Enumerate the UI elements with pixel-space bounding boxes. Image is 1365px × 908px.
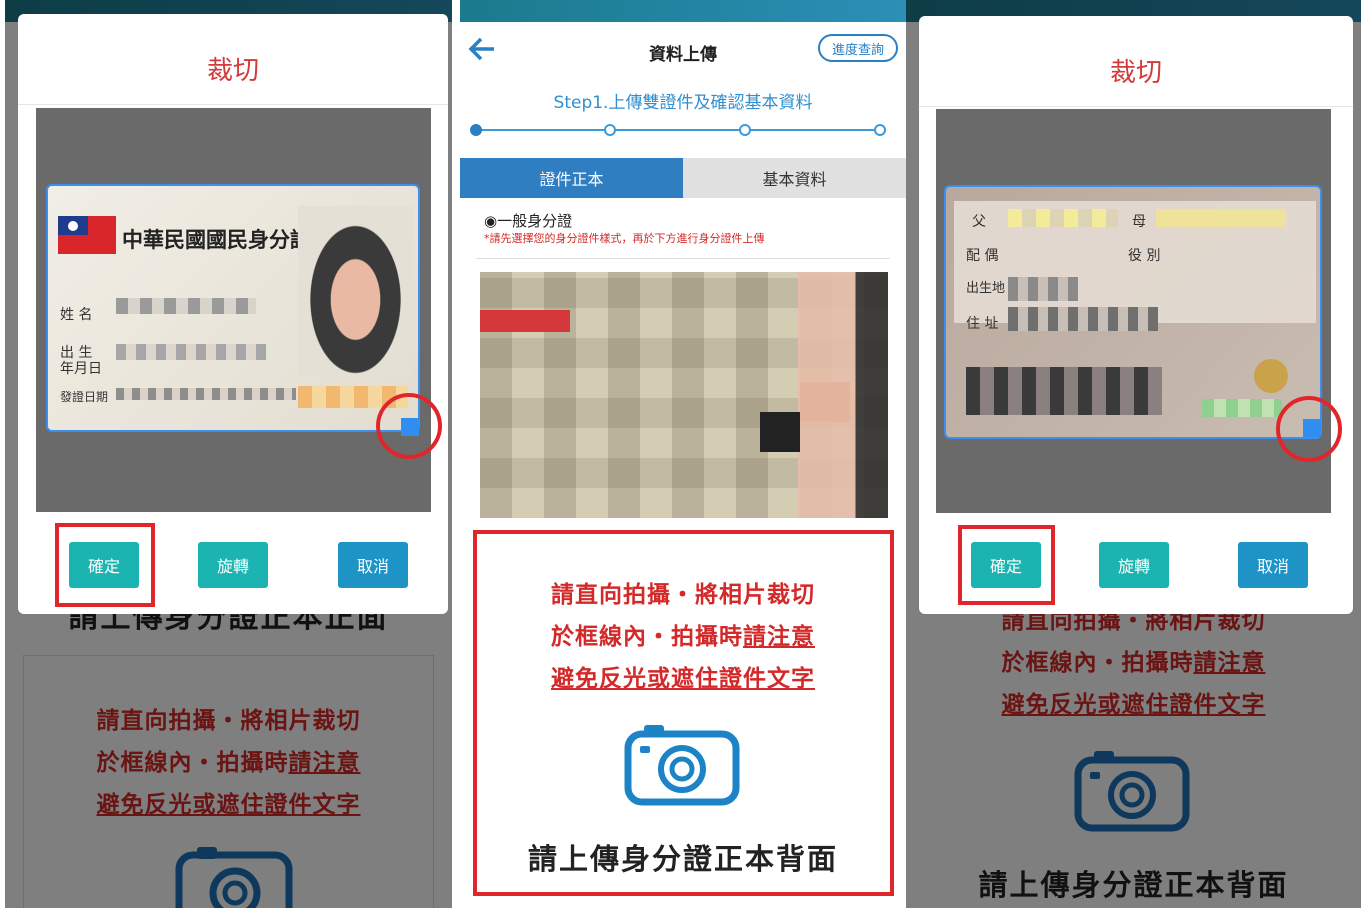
rotate-button[interactable]: 旋轉 bbox=[1099, 542, 1169, 588]
redacted-barcode bbox=[966, 367, 1162, 415]
left-crop-modal: 裁切 中華民國國民身分證 姓 名 出 生 年月日 發證日期 確定 旋轉 取消 bbox=[18, 14, 448, 614]
step-dot-2 bbox=[604, 124, 616, 136]
handle-highlight-circle bbox=[376, 393, 442, 459]
left-crop-area[interactable]: 中華民國國民身分證 姓 名 出 生 年月日 發證日期 bbox=[36, 108, 431, 512]
card-military-label: 役 別 bbox=[1128, 248, 1161, 264]
right-crop-modal: 裁切 父 母 配 偶 役 別 出生地 住 址 確定 旋轉 取消 bbox=[919, 16, 1353, 614]
center-header: 資料上傳 進度查詢 bbox=[460, 22, 906, 77]
id-card-back: 父 母 配 偶 役 別 出生地 住 址 bbox=[944, 185, 1322, 439]
left-crop-screen: 請上傳身分證正本正面 請直向拍攝・將相片裁切 於框線內・拍攝時請注意 避免反光或… bbox=[5, 0, 452, 908]
redacted-serial bbox=[1202, 399, 1282, 417]
cancel-button[interactable]: 取消 bbox=[338, 542, 408, 588]
document-tabs: 證件正本 基本資料 bbox=[460, 158, 906, 198]
step-title: Step1.上傳雙證件及確認基本資料 bbox=[553, 93, 813, 113]
center-upload-screen: 資料上傳 進度查詢 Step1.上傳雙證件及確認基本資料 證件正本 基本資料 ◉… bbox=[460, 0, 906, 908]
redacted-father bbox=[1008, 209, 1118, 227]
card-header: 中華民國國民身分證 bbox=[122, 227, 311, 252]
redacted-address bbox=[1008, 307, 1158, 331]
right-crop-area[interactable]: 父 母 配 偶 役 別 出生地 住 址 bbox=[936, 109, 1331, 513]
center-upload-label: 請上傳身分證正本背面 bbox=[527, 842, 838, 876]
confirm-highlight-box bbox=[958, 525, 1055, 605]
progress-query-button[interactable]: 進度查詢 bbox=[818, 34, 898, 62]
cancel-button[interactable]: 取消 bbox=[1238, 542, 1308, 588]
tab-basic-info[interactable]: 基本資料 bbox=[683, 158, 906, 198]
card-birth-label-2: 年月日 bbox=[60, 361, 102, 377]
step-dot-3 bbox=[739, 124, 751, 136]
left-modal-divider bbox=[18, 104, 448, 105]
redacted-name bbox=[116, 298, 256, 314]
step-dot-1 bbox=[470, 124, 482, 136]
confirm-highlight-box bbox=[55, 523, 155, 607]
card-issue-label: 發證日期 bbox=[60, 390, 109, 404]
center-warning-line2: 於框線內・拍攝時請注意 bbox=[551, 624, 815, 650]
card-mother-label: 母 bbox=[1132, 214, 1146, 230]
id-type-radio[interactable]: ◉一般身分證 bbox=[484, 210, 572, 231]
center-top-bar bbox=[460, 0, 906, 22]
right-modal-divider bbox=[919, 106, 1353, 107]
emblem-icon bbox=[1254, 359, 1288, 393]
flag-icon bbox=[58, 216, 116, 254]
right-crop-screen: 請直向拍攝・將相片裁切 於框線內・拍攝時請注意 避免反光或遮住證件文字 請上傳身… bbox=[906, 0, 1361, 908]
center-warning-line1: 請直向拍攝・將相片裁切 bbox=[551, 582, 815, 608]
left-modal-title: 裁切 bbox=[206, 56, 259, 86]
right-modal-title: 裁切 bbox=[1109, 58, 1162, 88]
redacted-issue bbox=[116, 388, 296, 400]
rotate-button[interactable]: 旋轉 bbox=[198, 542, 268, 588]
id-type-hint: *請先選擇您的身分證件樣式，再於下方進行身分證件上傳 bbox=[484, 232, 765, 245]
card-spouse-label: 配 偶 bbox=[966, 248, 999, 264]
card-address-label: 住 址 bbox=[966, 316, 999, 332]
redacted-birth bbox=[116, 344, 266, 360]
id-card-front: 中華民國國民身分證 姓 名 出 生 年月日 發證日期 bbox=[46, 184, 420, 432]
handle-highlight-circle bbox=[1276, 396, 1342, 462]
camera-icon[interactable] bbox=[624, 722, 742, 806]
center-warning-line3: 避免反光或遮住證件文字 bbox=[551, 666, 815, 692]
step-dot-4 bbox=[874, 124, 886, 136]
card-father-label: 父 bbox=[972, 214, 986, 230]
redacted-birthplace bbox=[1008, 277, 1078, 301]
step-progress-line bbox=[478, 129, 886, 131]
redacted-mother bbox=[1156, 209, 1286, 227]
card-birthplace-label: 出生地 bbox=[966, 281, 1006, 296]
uploaded-front-preview bbox=[480, 272, 888, 518]
tab-id-front[interactable]: 證件正本 bbox=[460, 158, 683, 198]
redacted-photo bbox=[298, 206, 413, 376]
card-name-label: 姓 名 bbox=[60, 307, 93, 323]
divider bbox=[476, 258, 890, 259]
